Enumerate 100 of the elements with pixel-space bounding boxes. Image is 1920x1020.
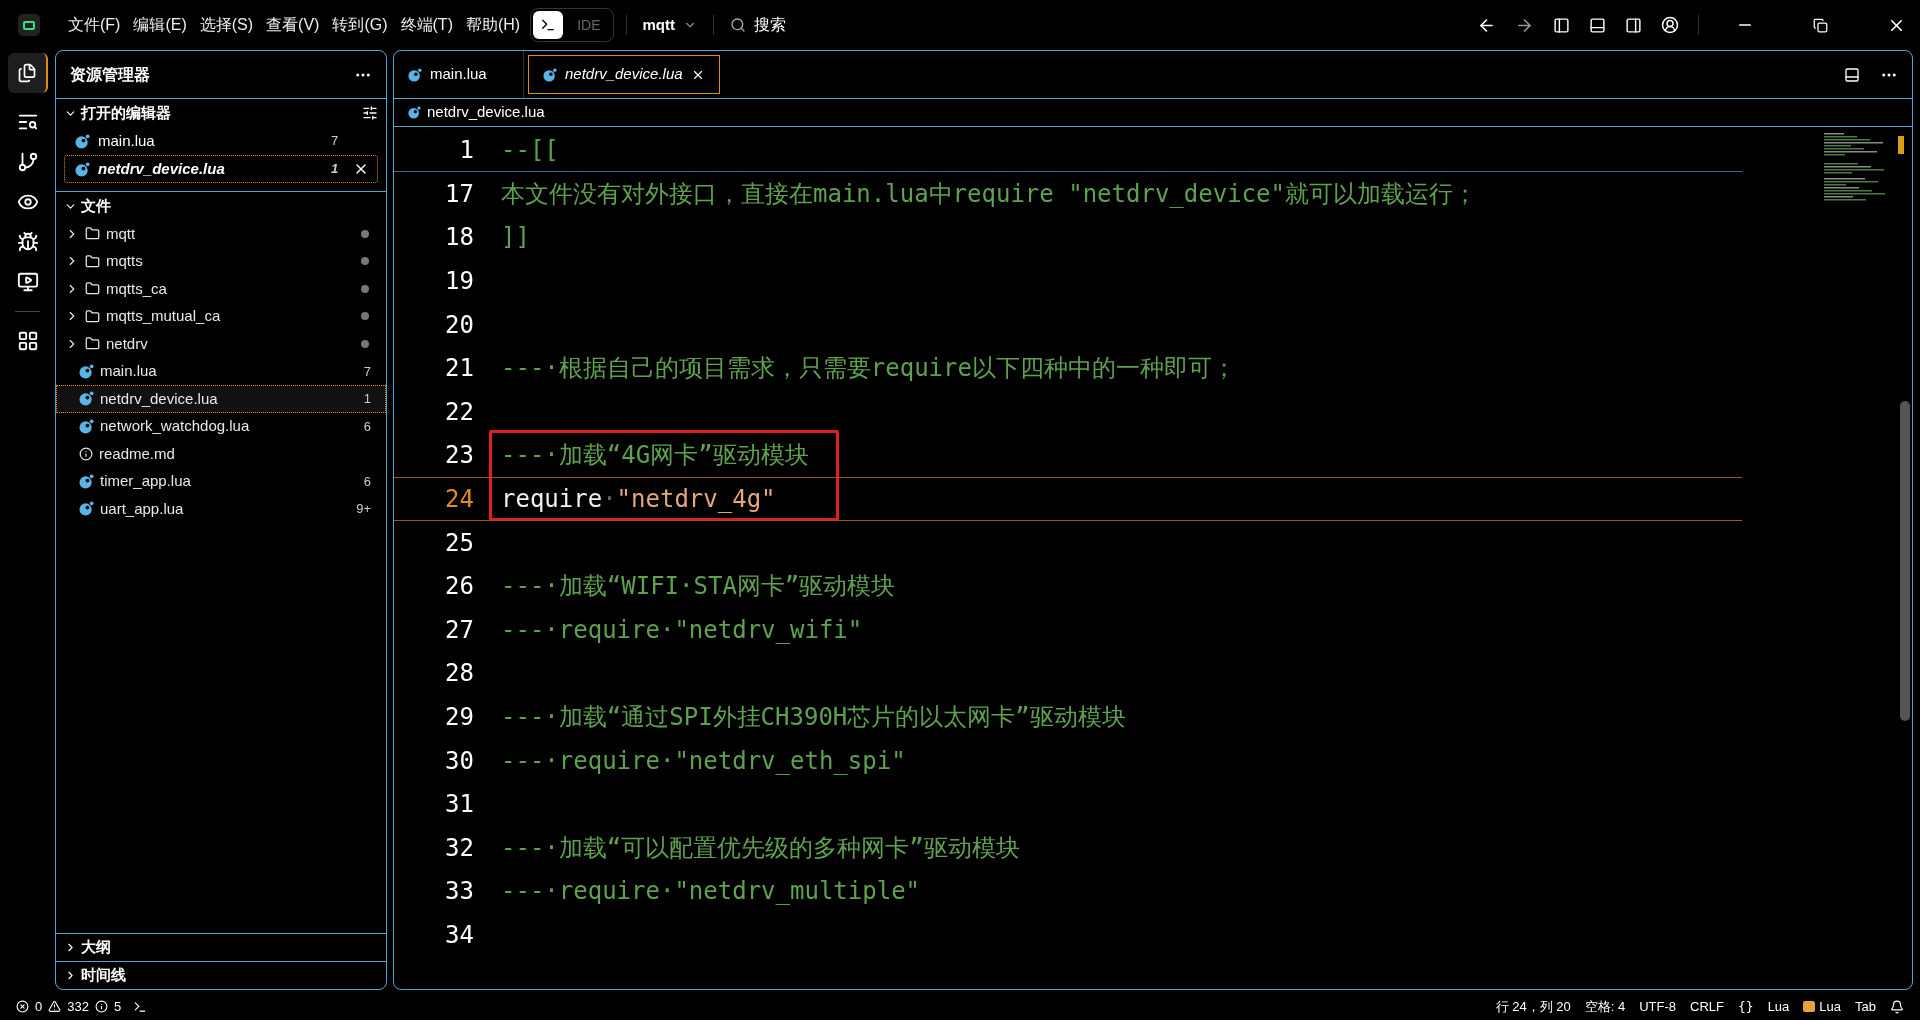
monitor-icon[interactable] xyxy=(16,271,39,293)
editor-tab[interactable]: netdrv_device.lua xyxy=(528,55,720,94)
account-icon[interactable] xyxy=(1661,16,1679,34)
error-icon[interactable] xyxy=(16,1000,29,1013)
line-number: 26 xyxy=(444,571,474,603)
explorer-icon[interactable] xyxy=(7,53,48,93)
code-text: ---·require·"netdrv_eth_spi" xyxy=(501,745,906,777)
file-tree-item[interactable]: timer_app.lua 6 xyxy=(56,467,386,495)
status-item[interactable]: UTF-8 xyxy=(1639,996,1676,1017)
file-tree-item[interactable]: mqtts_ca xyxy=(56,275,386,303)
code-text: 本文件没有对外接口，直接在main.lua中require "netdrv_device"就可以加载运行； xyxy=(501,178,1477,210)
search-field[interactable]: 搜索 xyxy=(730,13,787,37)
file-tree-item[interactable]: mqtts_mutual_ca xyxy=(56,302,386,330)
status-item[interactable]: Tab xyxy=(1855,996,1876,1017)
line-number: 19 xyxy=(444,266,474,297)
file-name: uart_app.lua xyxy=(100,498,185,519)
code-text: · xyxy=(602,483,617,515)
problem-count: 1 xyxy=(363,390,371,408)
project-selector[interactable]: mqtt xyxy=(642,13,698,37)
file-tree-item[interactable]: netdrv_device.lua 1 xyxy=(56,385,386,413)
line-number: 30 xyxy=(444,745,474,777)
menu-item[interactable]: 选择(S) xyxy=(195,13,258,37)
folder-icon xyxy=(85,226,100,242)
left-panel-icon[interactable] xyxy=(1553,16,1570,34)
branch-icon[interactable] xyxy=(16,151,39,173)
line-number: 1 xyxy=(458,134,474,166)
status-item[interactable]: {} xyxy=(1737,996,1754,1017)
info-count[interactable]: 5 xyxy=(113,996,122,1017)
problem-count: 6 xyxy=(363,417,371,436)
file-name: mqtts_ca xyxy=(106,278,168,299)
file-name: timer_app.lua xyxy=(100,471,192,491)
file-tree-item[interactable]: network_watchdog.lua 6 xyxy=(56,412,386,440)
error-count[interactable]: 0 xyxy=(35,996,43,1017)
info-icon xyxy=(79,446,93,461)
grid-icon[interactable] xyxy=(16,330,39,352)
restore-icon[interactable] xyxy=(1813,17,1828,33)
notification-icon[interactable] xyxy=(1890,999,1904,1014)
right-panel-icon[interactable] xyxy=(1625,16,1642,34)
file-tree-item[interactable]: readme.md xyxy=(56,440,386,468)
file-name: mqtts_mutual_ca xyxy=(106,306,222,326)
problem-count: 7 xyxy=(363,362,371,381)
info-icon[interactable] xyxy=(94,1000,108,1013)
moon-file-icon xyxy=(79,501,94,517)
file-tree-item[interactable]: main.lua 7 xyxy=(56,357,386,385)
section-header[interactable]: 大纲 xyxy=(56,933,386,961)
section-header[interactable]: 文件 xyxy=(56,192,386,220)
split-editor-icon[interactable] xyxy=(1844,66,1860,83)
menu-item[interactable]: 查看(V) xyxy=(262,13,324,37)
bug-icon[interactable] xyxy=(16,231,39,253)
menu-item[interactable]: 转到(G) xyxy=(328,13,392,37)
status-item[interactable]: 空格: 4 xyxy=(1584,996,1626,1017)
status-item[interactable]: 行 24，列 20 xyxy=(1495,996,1571,1017)
warning-count[interactable]: 332 xyxy=(67,996,89,1017)
code-text: ---·require·"netdrv_multiple" xyxy=(501,876,921,908)
problem-count: 9+ xyxy=(356,500,371,518)
file-tree-item[interactable]: mqtts xyxy=(56,247,386,275)
breadcrumb[interactable]: netdrv_device.lua xyxy=(427,101,545,124)
line-number: 17 xyxy=(444,178,474,210)
folder-icon xyxy=(85,308,100,324)
folder-icon xyxy=(85,253,100,269)
settings-icon[interactable] xyxy=(362,105,378,121)
moon-file-icon xyxy=(408,106,421,119)
bottom-panel-icon[interactable] xyxy=(1589,16,1606,34)
line-number: 21 xyxy=(444,353,474,385)
terminal-icon[interactable] xyxy=(133,999,148,1014)
file-tree-item[interactable]: uart_app.lua 9+ xyxy=(56,495,386,523)
code-text: ---·加载“可以配置优先级的多种网卡”驱动模块 xyxy=(501,832,1020,864)
menu-item[interactable]: 文件(F) xyxy=(64,13,125,37)
problem-count: 1 xyxy=(331,160,340,179)
open-editor-item[interactable]: main.lua 7 xyxy=(64,127,378,155)
mode-toggle[interactable] xyxy=(533,11,564,39)
sidebar-title: 资源管理器 xyxy=(70,64,151,85)
status-item[interactable]: Lua xyxy=(1767,996,1790,1017)
file-tree-item[interactable]: mqtt xyxy=(56,220,386,248)
moon-file-icon xyxy=(79,473,94,489)
warning-icon[interactable] xyxy=(48,1000,62,1013)
section-header[interactable]: 打开的编辑器 xyxy=(56,99,386,127)
file-name: readme.md xyxy=(99,443,176,464)
menu-item[interactable]: 编辑(E) xyxy=(129,13,191,37)
code-text: ---·require·"netdrv_wifi" xyxy=(501,614,863,646)
line-number: 25 xyxy=(444,527,474,559)
status-item[interactable]: Lua xyxy=(1803,996,1842,1017)
moon-file-icon xyxy=(75,161,90,177)
code-text: ---·加载“4G网卡”驱动模块 xyxy=(501,440,809,472)
file-name: network_watchdog.lua xyxy=(100,416,251,436)
editor-tab[interactable]: main.lua xyxy=(394,51,524,98)
folder-icon xyxy=(85,281,100,297)
status-item[interactable]: CRLF xyxy=(1690,996,1724,1017)
section-header[interactable]: 时间线 xyxy=(56,961,386,989)
moon-file-icon xyxy=(75,133,90,149)
line-number: 22 xyxy=(444,396,474,428)
code-text: ---·根据自己的项目需求，只需要require以下四种中的一种即可； xyxy=(501,353,1236,385)
scrollbar-thumb[interactable] xyxy=(1900,401,1910,721)
terminal-icon xyxy=(540,17,557,33)
line-number: 23 xyxy=(444,440,474,472)
line-number: 34 xyxy=(444,919,474,951)
menu-item[interactable]: 终端(T) xyxy=(396,13,457,37)
line-number: 28 xyxy=(444,658,474,690)
file-tree-item[interactable]: netdrv xyxy=(56,330,386,358)
menu-item[interactable]: 帮助(H) xyxy=(461,13,525,37)
